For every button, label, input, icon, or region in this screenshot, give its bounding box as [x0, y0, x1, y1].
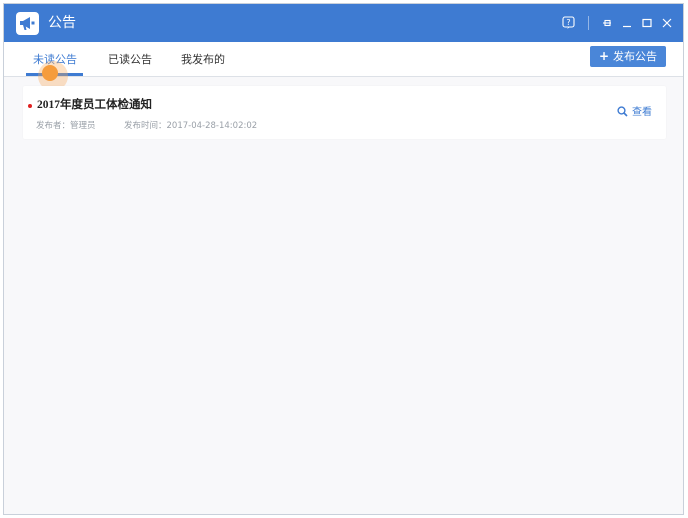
unread-indicator: [28, 104, 32, 108]
publisher-meta: 发布者：管理员: [36, 121, 96, 132]
title-bar[interactable]: 公告 ?: [4, 4, 683, 42]
tab-bar: 未读公告 已读公告 我发布的 + 发布公告: [4, 42, 683, 77]
plus-icon: +: [598, 49, 610, 63]
window-title: 公告: [48, 15, 76, 31]
publish-button-label: 发布公告: [613, 50, 658, 63]
cursor-highlight-dot: [42, 65, 58, 81]
svg-text:?: ?: [566, 18, 570, 27]
search-icon: [617, 106, 628, 117]
pin-icon[interactable]: [598, 14, 616, 32]
close-icon[interactable]: [658, 14, 676, 32]
maximize-icon[interactable]: [638, 14, 656, 32]
view-label: 查看: [632, 107, 652, 118]
megaphone-icon: [16, 12, 39, 35]
publisher-label: 发布者：: [36, 121, 71, 131]
publish-time: 2017-04-28-14:02:02: [166, 121, 258, 131]
announcement-window: 公告 ? 未读公告 已读公告 我发布的 + 发布公告 2017年度员工体检通知 …: [3, 3, 684, 515]
notice-item[interactable]: 2017年度员工体检通知 发布者：管理员 发布时间：2017-04-28-14:…: [23, 86, 666, 139]
notice-title[interactable]: 2017年度员工体检通知: [37, 98, 152, 112]
titlebar-divider: [588, 16, 589, 30]
tab-read[interactable]: 已读公告: [108, 53, 152, 67]
help-icon[interactable]: ?: [560, 14, 578, 32]
view-notice-link[interactable]: 查看: [617, 106, 652, 119]
publish-announcement-button[interactable]: + 发布公告: [590, 46, 666, 67]
tab-my-published[interactable]: 我发布的: [181, 53, 225, 67]
minimize-icon[interactable]: [618, 14, 636, 32]
publish-time-meta: 发布时间：2017-04-28-14:02:02: [124, 121, 257, 132]
publish-time-label: 发布时间：: [124, 121, 167, 131]
publisher-name: 管理员: [70, 121, 96, 131]
